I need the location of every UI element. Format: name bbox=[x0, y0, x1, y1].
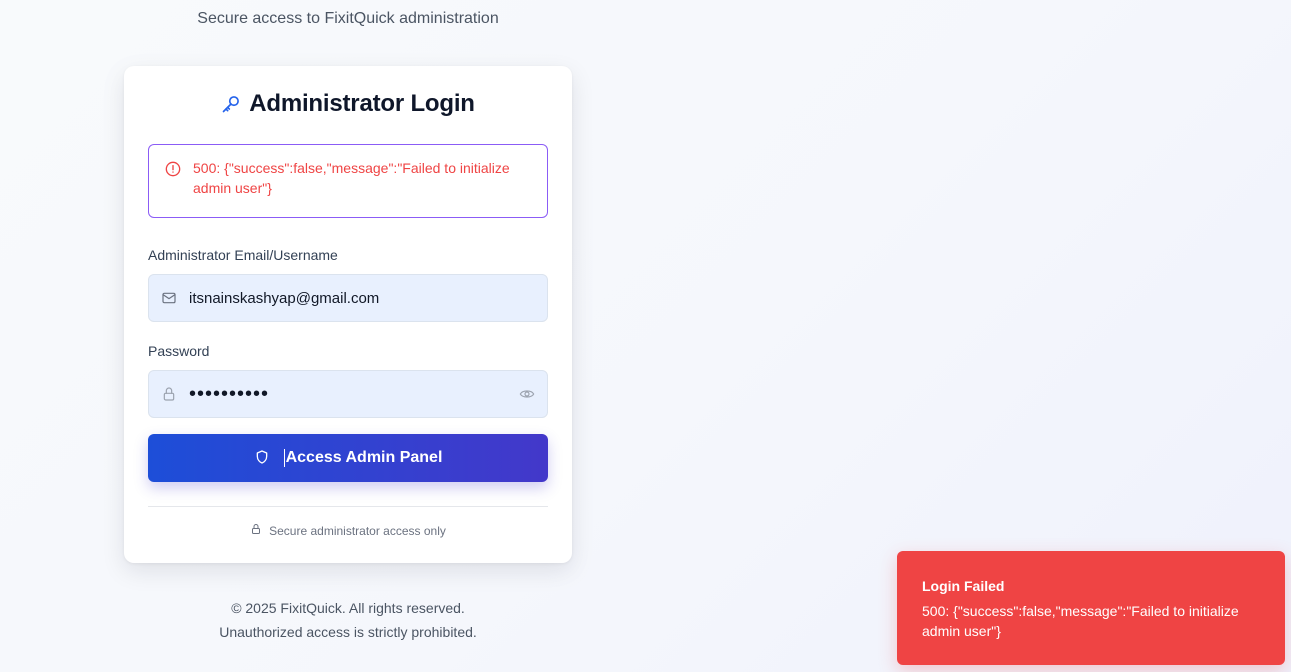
submit-button-label: Access Admin Panel bbox=[283, 449, 443, 467]
password-label: Password bbox=[148, 343, 210, 359]
page-subtitle: Secure access to FixitQuick administrati… bbox=[197, 10, 499, 27]
error-toast[interactable]: Login Failed 500: {"success":false,"mess… bbox=[897, 551, 1285, 665]
unauthorized-warning: Unauthorized access is strictly prohibit… bbox=[219, 624, 477, 640]
password-field[interactable] bbox=[189, 371, 509, 417]
mail-icon bbox=[161, 290, 177, 311]
login-card: Administrator Login 500: {"success":fals… bbox=[124, 66, 572, 563]
email-field[interactable] bbox=[189, 275, 509, 321]
email-label: Administrator Email/Username bbox=[148, 247, 338, 263]
page-footer: © 2025 FixitQuick. All rights reserved. … bbox=[124, 596, 572, 644]
alert-circle-icon bbox=[165, 161, 181, 182]
key-icon bbox=[221, 94, 241, 114]
secure-note: Secure administrator access only bbox=[124, 523, 572, 538]
access-admin-panel-button[interactable]: Access Admin Panel bbox=[148, 434, 548, 482]
shield-icon bbox=[254, 449, 270, 468]
lock-icon bbox=[161, 386, 177, 407]
card-title: Administrator Login bbox=[249, 90, 475, 117]
toast-message: 500: {"success":false,"message":"Failed … bbox=[922, 603, 1239, 639]
email-field-wrapper[interactable] bbox=[148, 274, 548, 322]
secure-note-text: Secure administrator access only bbox=[269, 523, 446, 538]
copyright-text: © 2025 FixitQuick. All rights reserved. bbox=[231, 600, 465, 616]
error-message: 500: {"success":false,"message":"Failed … bbox=[193, 160, 510, 196]
card-header: Administrator Login bbox=[124, 90, 572, 118]
error-alert: 500: {"success":false,"message":"Failed … bbox=[148, 144, 548, 218]
toast-title: Login Failed bbox=[922, 578, 1005, 594]
eye-icon[interactable] bbox=[519, 386, 535, 407]
lock-icon bbox=[250, 523, 262, 538]
divider bbox=[148, 506, 548, 507]
password-field-wrapper[interactable] bbox=[148, 370, 548, 418]
